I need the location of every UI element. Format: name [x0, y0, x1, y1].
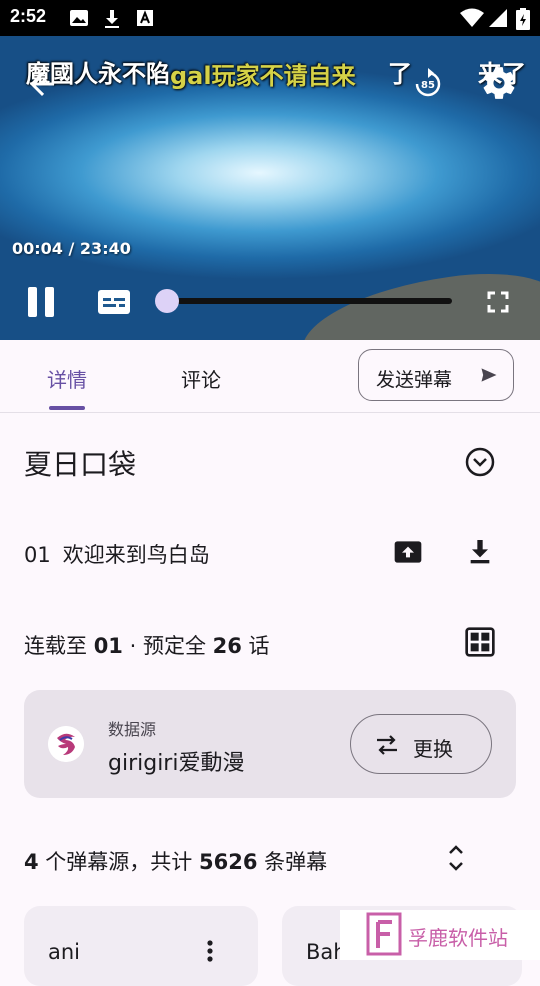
fullscreen-icon[interactable] — [480, 284, 516, 320]
danmaku-comment: gal玩家不请自来 — [170, 62, 356, 90]
gear-icon[interactable] — [480, 64, 518, 102]
serial-prefix: 连载至 — [24, 634, 94, 658]
seek-bar[interactable] — [154, 289, 452, 313]
serial-status: 连载至 01 · 预定全 26 话 — [24, 630, 270, 660]
watermark-text: 孚鹿软件站 — [408, 926, 508, 950]
send-icon — [481, 368, 497, 382]
serial-middle: · 预定全 — [122, 634, 213, 658]
time-separator: / — [62, 239, 80, 258]
pause-icon[interactable] — [24, 284, 60, 320]
more-vert-icon[interactable] — [200, 936, 220, 966]
danmaku-summary: 4 个弹幕源，共计 5626 条弹幕 — [24, 846, 327, 876]
serial-current: 01 — [93, 634, 123, 658]
battery-icon — [516, 8, 530, 30]
status-bar: 2:52 — [0, 0, 540, 36]
danmaku-source-card[interactable]: ani — [24, 906, 258, 986]
expand-circle-icon[interactable] — [464, 446, 496, 478]
image-icon — [70, 10, 88, 26]
serial-suffix: 话 — [241, 634, 270, 658]
data-source-card: 数据源 girigiri爱動漫 更换 — [24, 690, 516, 798]
girigiri-logo-icon — [48, 726, 84, 762]
change-source-label: 更换 — [413, 737, 453, 761]
replay-seconds: 85 — [421, 80, 435, 91]
anime-title: 夏日口袋 — [24, 448, 137, 481]
time-total: 23:40 — [79, 239, 131, 258]
episode-grid-icon[interactable] — [464, 626, 496, 658]
danmaku-comment: 了 — [388, 60, 412, 88]
replay-icon: 85 — [415, 68, 441, 97]
serial-total: 26 — [212, 634, 242, 658]
replay-85-button[interactable]: 85 — [410, 66, 446, 102]
danmaku-summary-text-b: 条弹幕 — [257, 850, 328, 874]
swap-icon — [377, 735, 397, 755]
status-time: 2:52 — [10, 6, 47, 26]
download-icon — [105, 10, 119, 28]
danmaku-toggle-icon[interactable] — [96, 286, 132, 318]
watermark-logo-icon — [366, 912, 402, 956]
tab-details[interactable]: 详情 — [47, 364, 87, 393]
time-current: 00:04 — [12, 239, 63, 258]
data-source-label: 数据源 — [108, 720, 157, 739]
time-display: 00:04 / 23:40 — [12, 239, 131, 258]
unfold-icon[interactable] — [442, 840, 470, 876]
watermark: 孚鹿软件站 — [340, 910, 540, 960]
danmaku-total: 5626 — [198, 850, 258, 874]
current-episode[interactable]: 01 欢迎来到鸟白岛 — [24, 539, 210, 569]
danmaku-source-count: 4 — [24, 850, 39, 874]
tab-indicator — [49, 406, 85, 410]
tab-comments[interactable]: 评论 — [181, 364, 221, 393]
send-danmaku-label: 发送弹幕 — [376, 369, 453, 391]
video-player[interactable]: 魔國人永不陷 gal玩家不请自来 了 来了 85 00:04 / 23:40 — [0, 36, 540, 340]
cast-upload-icon[interactable] — [392, 536, 424, 568]
danmaku-source-name: ani — [48, 940, 81, 964]
a-badge-icon — [137, 10, 153, 26]
data-source-name: girigiri爱動漫 — [108, 751, 245, 776]
back-arrow-icon[interactable] — [24, 66, 60, 102]
wifi-icon — [460, 8, 484, 27]
change-source-button[interactable]: 更换 — [350, 714, 492, 774]
danmaku-summary-text-a: 个弹幕源，共计 — [38, 850, 199, 874]
signal-icon — [489, 9, 507, 27]
send-danmaku-button[interactable]: 发送弹幕 — [358, 349, 514, 401]
episode-title: 欢迎来到鸟白岛 — [62, 543, 210, 567]
episode-number: 01 — [24, 543, 51, 567]
seek-thumb[interactable] — [154, 289, 179, 313]
download-icon[interactable] — [464, 536, 496, 568]
